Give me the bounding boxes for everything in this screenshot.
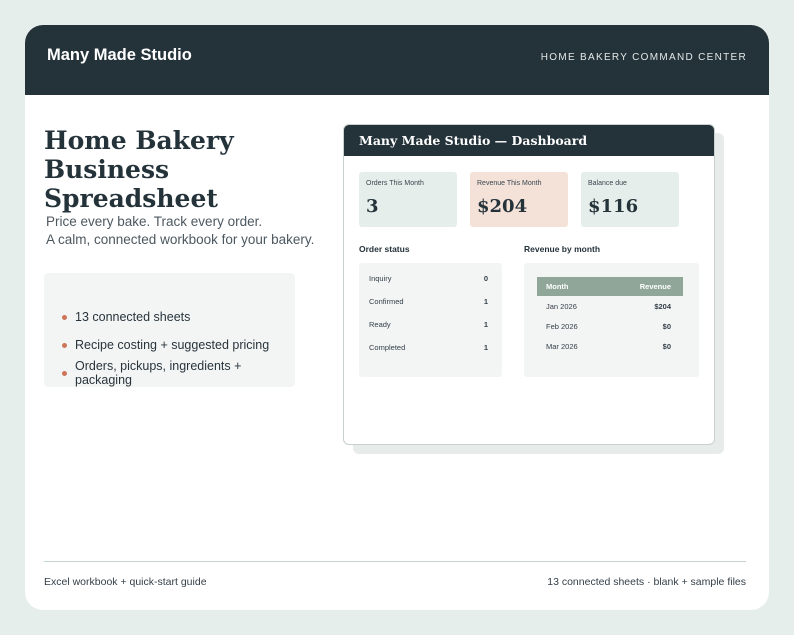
- dashboard-preview: Many Made Studio — Dashboard Orders This…: [343, 124, 715, 445]
- revenue-cell: $0: [662, 321, 671, 331]
- status-count: 1: [483, 297, 488, 306]
- status-row: Ready 1: [359, 313, 502, 336]
- footer-left-text: Excel workbook + quick-start guide: [44, 576, 207, 588]
- order-status-title: Order status: [359, 244, 410, 254]
- feature-label: 13 connected sheets: [75, 310, 191, 324]
- tagline: HOME BAKERY COMMAND CENTER: [540, 52, 747, 63]
- column-header-revenue: Revenue: [639, 282, 671, 291]
- revenue-table: Month Revenue Jan 2026 $204 Feb 2026 $0 …: [537, 277, 683, 356]
- dashboard-title: Many Made Studio — Dashboard: [344, 125, 714, 156]
- status-label: Confirmed: [369, 297, 404, 306]
- feature-item: Orders, pickups, ingredients + packaging: [62, 359, 295, 387]
- status-count: 1: [483, 343, 488, 352]
- page-title: Home Bakery Business Spreadsheet: [44, 126, 234, 213]
- column-header-month: Month: [546, 282, 569, 291]
- kpi-orders-this-month: Orders This Month 3: [359, 172, 457, 227]
- kpi-value: $204: [477, 196, 528, 217]
- status-row: Inquiry 0: [359, 267, 502, 290]
- brand-name: Many Made Studio: [47, 46, 192, 64]
- month-cell: Mar 2026: [546, 341, 578, 351]
- listing-card: Many Made Studio HOME BAKERY COMMAND CEN…: [25, 25, 769, 610]
- status-count: 1: [483, 320, 488, 329]
- kpi-value: 3: [366, 196, 379, 217]
- feature-item: 13 connected sheets: [62, 303, 295, 331]
- revenue-cell: $0: [662, 341, 671, 351]
- status-label: Ready: [369, 320, 391, 329]
- top-bar: Many Made Studio HOME BAKERY COMMAND CEN…: [25, 25, 769, 95]
- bullet-dot-icon: [62, 314, 67, 320]
- feature-label: Orders, pickups, ingredients + packaging: [75, 359, 242, 387]
- subtitle-line-2: A calm, connected workbook for your bake…: [46, 232, 315, 247]
- kpi-revenue-this-month: Revenue This Month $204: [470, 172, 568, 227]
- bullet-dot-icon: [62, 370, 67, 376]
- status-count: 0: [483, 274, 488, 283]
- revenue-table-header: Month Revenue: [537, 277, 683, 296]
- kpi-value: $116: [588, 196, 639, 217]
- footer-right-text: 13 connected sheets · blank + sample fil…: [547, 576, 746, 588]
- bullet-dot-icon: [62, 342, 67, 348]
- status-label: Inquiry: [369, 274, 392, 283]
- subtitle: Price every bake. Track every order. A c…: [46, 213, 336, 249]
- status-label: Completed: [369, 343, 406, 352]
- footer-divider: [44, 561, 746, 562]
- table-row: Feb 2026 $0: [537, 316, 683, 336]
- kpi-label: Revenue This Month: [477, 180, 542, 187]
- month-cell: Feb 2026: [546, 321, 578, 331]
- feature-label: Recipe costing + suggested pricing: [75, 338, 270, 352]
- order-status-panel: Inquiry 0 Confirmed 1 Ready 1 Completed …: [359, 263, 502, 377]
- table-row: Jan 2026 $204: [537, 296, 683, 316]
- month-cell: Jan 2026: [546, 301, 577, 311]
- feature-list: 13 connected sheets Recipe costing + sug…: [44, 273, 295, 387]
- revenue-cell: $204: [654, 301, 671, 311]
- revenue-by-month-panel: Month Revenue Jan 2026 $204 Feb 2026 $0 …: [524, 263, 699, 377]
- revenue-by-month-title: Revenue by month: [524, 244, 601, 254]
- status-row: Completed 1: [359, 336, 502, 359]
- status-row: Confirmed 1: [359, 290, 502, 313]
- feature-item: Recipe costing + suggested pricing: [62, 331, 295, 359]
- table-row: Mar 2026 $0: [537, 336, 683, 356]
- kpi-label: Orders This Month: [366, 180, 424, 187]
- subtitle-line-1: Price every bake. Track every order.: [46, 214, 263, 229]
- kpi-balance-due: Balance due $116: [581, 172, 679, 227]
- kpi-label: Balance due: [588, 180, 627, 187]
